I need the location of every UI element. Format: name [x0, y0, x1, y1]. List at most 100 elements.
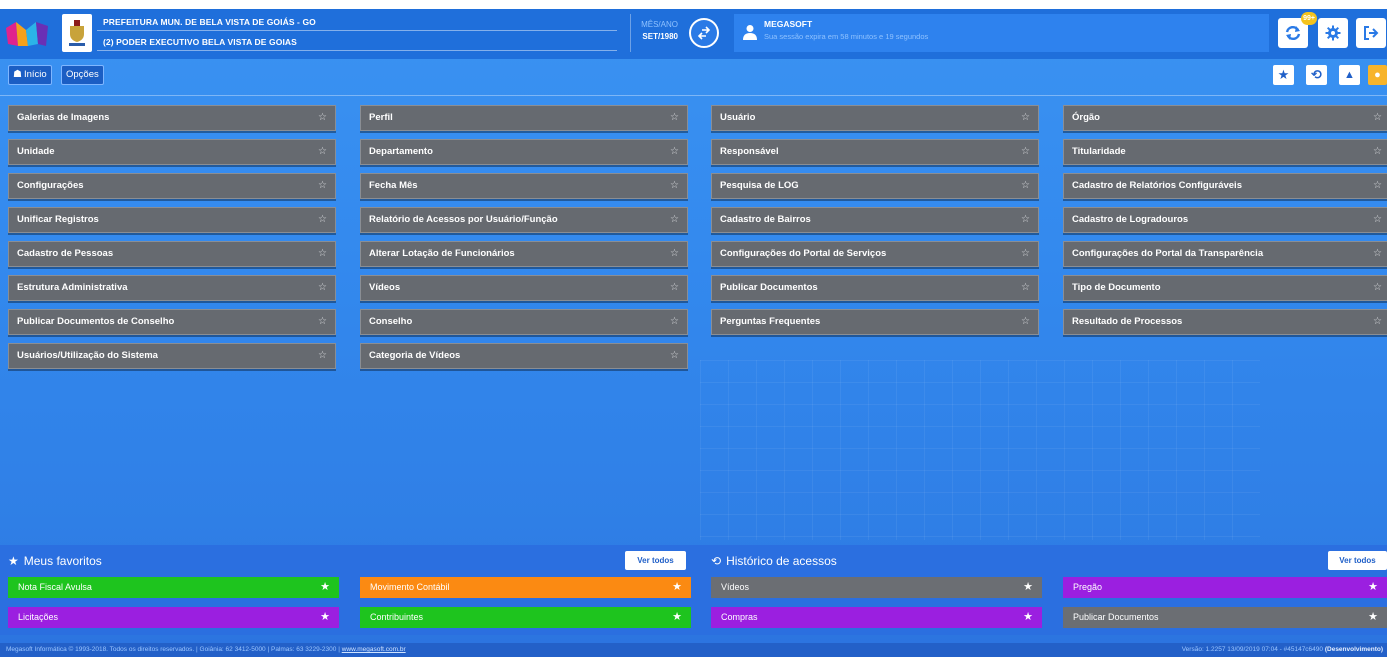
favorite-star-icon[interactable]: ☆: [1021, 174, 1030, 198]
favorite-star-icon[interactable]: ☆: [318, 242, 327, 266]
history-view-all-button[interactable]: Ver todos: [1328, 551, 1387, 570]
menu-item[interactable]: Estrutura Administrativa ☆: [8, 275, 336, 301]
favorite-star-icon[interactable]: ☆: [670, 208, 679, 232]
menu-item[interactable]: Cadastro de Bairros ☆: [711, 207, 1039, 233]
favorite-item[interactable]: Licitações ★: [8, 607, 339, 628]
menu-item[interactable]: Vídeos ☆: [360, 275, 688, 301]
menu-item[interactable]: Configurações do Portal da Transparência…: [1063, 241, 1387, 267]
menu-item[interactable]: Relatório de Acessos por Usuário/Função ☆: [360, 207, 688, 233]
favorite-star-icon[interactable]: ☆: [670, 242, 679, 266]
star-icon[interactable]: ★: [1368, 577, 1378, 598]
star-icon: ★: [1277, 67, 1290, 82]
menu-item[interactable]: Unidade ☆: [8, 139, 336, 165]
favorite-star-icon[interactable]: ☆: [318, 276, 327, 300]
menu-item[interactable]: Publicar Documentos de Conselho ☆: [8, 309, 336, 335]
favorite-item[interactable]: Contribuintes ★: [360, 607, 691, 628]
favorite-star-icon[interactable]: ☆: [670, 106, 679, 130]
menu-item-label: Perfil: [369, 112, 393, 123]
history-item[interactable]: Compras ★: [711, 607, 1042, 628]
star-icon[interactable]: ★: [1368, 607, 1378, 628]
options-button[interactable]: Opções: [61, 65, 104, 85]
favorite-star-icon[interactable]: ☆: [1373, 310, 1382, 334]
municipality-crest-icon: [62, 14, 92, 52]
star-icon[interactable]: ★: [1023, 577, 1033, 598]
favorites-toggle-button[interactable]: ★: [1273, 65, 1294, 85]
menu-item[interactable]: Departamento ☆: [360, 139, 688, 165]
favorites-view-all-button[interactable]: Ver todos: [625, 551, 686, 570]
menu-item[interactable]: Galerias de Imagens ☆: [8, 105, 336, 131]
star-icon[interactable]: ★: [320, 607, 330, 628]
favorite-star-icon[interactable]: ☆: [1373, 242, 1382, 266]
nav-bar: ☗ Início Opções ★ ⟲ ▲ ●: [0, 62, 1387, 90]
menu-item[interactable]: Fecha Mês ☆: [360, 173, 688, 199]
menu-item[interactable]: Responsável ☆: [711, 139, 1039, 165]
favorite-star-icon[interactable]: ☆: [1373, 208, 1382, 232]
menu-item-label: Categoria de Vídeos: [369, 350, 461, 361]
menu-item[interactable]: Titularidade ☆: [1063, 139, 1387, 165]
menu-item[interactable]: Publicar Documentos ☆: [711, 275, 1039, 301]
star-icon[interactable]: ★: [320, 577, 330, 598]
menu-item[interactable]: Usuário ☆: [711, 105, 1039, 131]
star-icon[interactable]: ★: [672, 607, 682, 628]
favorite-star-icon[interactable]: ☆: [1021, 276, 1030, 300]
favorite-star-icon[interactable]: ☆: [1373, 174, 1382, 198]
chat-button[interactable]: ●: [1368, 65, 1387, 85]
favorite-item-label: Licitações: [18, 612, 59, 622]
menu-item[interactable]: Cadastro de Pessoas ☆: [8, 241, 336, 267]
history-item[interactable]: Publicar Documentos ★: [1063, 607, 1387, 628]
favorite-star-icon[interactable]: ☆: [1373, 276, 1382, 300]
period-label: MÊS/ANO: [641, 20, 678, 29]
favorite-star-icon[interactable]: ☆: [1021, 106, 1030, 130]
favorite-star-icon[interactable]: ☆: [1021, 140, 1030, 164]
menu-item[interactable]: Órgão ☆: [1063, 105, 1387, 131]
favorite-star-icon[interactable]: ☆: [670, 174, 679, 198]
user-icon: [743, 25, 757, 40]
menu-item[interactable]: Unificar Registros ☆: [8, 207, 336, 233]
menu-item[interactable]: Perfil ☆: [360, 105, 688, 131]
star-icon[interactable]: ★: [1023, 607, 1033, 628]
favorite-star-icon[interactable]: ☆: [1021, 310, 1030, 334]
history-item[interactable]: Vídeos ★: [711, 577, 1042, 598]
favorite-star-icon[interactable]: ☆: [318, 310, 327, 334]
favorite-star-icon[interactable]: ☆: [318, 344, 327, 368]
favorite-star-icon[interactable]: ☆: [1373, 106, 1382, 130]
settings-button[interactable]: [1318, 18, 1348, 48]
favorite-star-icon[interactable]: ☆: [1021, 208, 1030, 232]
favorite-star-icon[interactable]: ☆: [670, 140, 679, 164]
home-button[interactable]: ☗ Início: [8, 65, 52, 85]
menu-item[interactable]: Configurações ☆: [8, 173, 336, 199]
menu-item[interactable]: Usuários/Utilização do Sistema ☆: [8, 343, 336, 369]
favorite-star-icon[interactable]: ☆: [318, 106, 327, 130]
menu-item[interactable]: Categoria de Vídeos ☆: [360, 343, 688, 369]
change-period-button[interactable]: [689, 18, 719, 48]
menu-item[interactable]: Cadastro de Relatórios Configuráveis ☆: [1063, 173, 1387, 199]
favorite-item[interactable]: Movimento Contábil ★: [360, 577, 691, 598]
footer-site-link[interactable]: www.megasoft.com.br: [342, 646, 406, 653]
period-value: SET/1980: [642, 32, 678, 41]
org-unit[interactable]: (2) PODER EXECUTIVO BELA VISTA DE GOIAS: [97, 34, 617, 51]
favorite-item[interactable]: Nota Fiscal Avulsa ★: [8, 577, 339, 598]
favorite-star-icon[interactable]: ☆: [318, 208, 327, 232]
menu-item[interactable]: Resultado de Processos ☆: [1063, 309, 1387, 335]
history-item[interactable]: Pregão ★: [1063, 577, 1387, 598]
favorite-star-icon[interactable]: ☆: [318, 140, 327, 164]
menu-item-label: Cadastro de Relatórios Configuráveis: [1072, 180, 1242, 191]
bottom-panels: ★ Meus favoritos Ver todos ⟲ Histórico d…: [0, 545, 1387, 635]
favorite-star-icon[interactable]: ☆: [1373, 140, 1382, 164]
favorite-star-icon[interactable]: ☆: [670, 276, 679, 300]
favorite-star-icon[interactable]: ☆: [318, 174, 327, 198]
menu-item[interactable]: Alterar Lotação de Funcionários ☆: [360, 241, 688, 267]
alerts-button[interactable]: ▲: [1339, 65, 1360, 85]
favorite-star-icon[interactable]: ☆: [1021, 242, 1030, 266]
menu-item[interactable]: Conselho ☆: [360, 309, 688, 335]
logout-button[interactable]: [1356, 18, 1386, 48]
favorite-star-icon[interactable]: ☆: [670, 310, 679, 334]
menu-item[interactable]: Cadastro de Logradouros ☆: [1063, 207, 1387, 233]
menu-item[interactable]: Tipo de Documento ☆: [1063, 275, 1387, 301]
history-toggle-button[interactable]: ⟲: [1306, 65, 1327, 85]
favorite-star-icon[interactable]: ☆: [670, 344, 679, 368]
menu-item[interactable]: Pesquisa de LOG ☆: [711, 173, 1039, 199]
menu-item[interactable]: Perguntas Frequentes ☆: [711, 309, 1039, 335]
menu-item[interactable]: Configurações do Portal de Serviços ☆: [711, 241, 1039, 267]
star-icon[interactable]: ★: [672, 577, 682, 598]
